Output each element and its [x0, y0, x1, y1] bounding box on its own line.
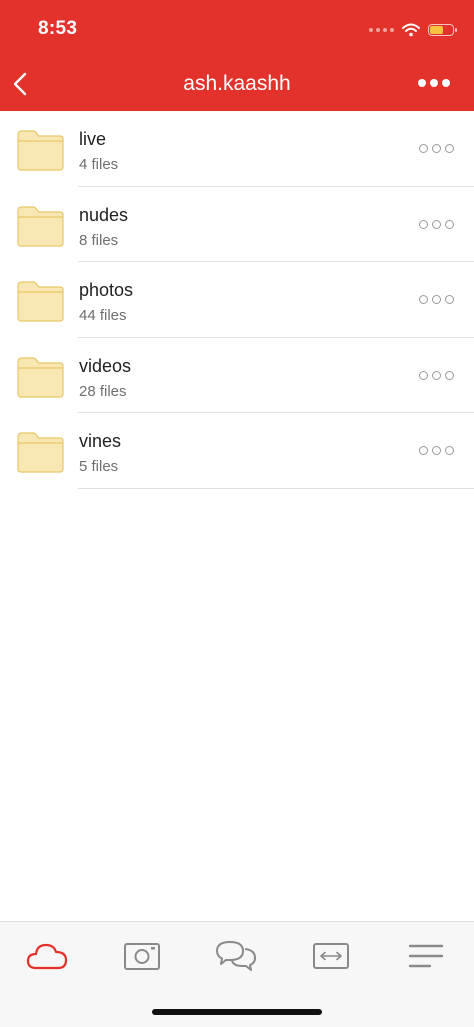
- tab-transfer[interactable]: [306, 936, 356, 976]
- folder-options-button[interactable]: [419, 370, 454, 380]
- folder-row[interactable]: videos 28 files: [0, 338, 474, 413]
- header: 8:53 ash.kaashh: [0, 0, 474, 111]
- folder-row[interactable]: nudes 8 files: [0, 187, 474, 262]
- divider: [78, 487, 474, 489]
- folder-file-count: 44 files: [79, 307, 127, 324]
- signal-icon: [369, 28, 394, 32]
- status-icons: [369, 20, 457, 40]
- battery-icon: [428, 24, 457, 36]
- folder-options-button[interactable]: [419, 446, 454, 455]
- transfer-icon: [313, 943, 349, 969]
- folder-name: live: [79, 129, 107, 149]
- folder-options-button[interactable]: [419, 219, 454, 229]
- tab-camera[interactable]: [117, 936, 167, 976]
- menu-icon: [408, 944, 444, 968]
- folder-file-count: 5 files: [79, 458, 119, 475]
- tab-menu[interactable]: [401, 936, 451, 976]
- home-indicator: [152, 1009, 322, 1015]
- wifi-icon: [402, 23, 420, 37]
- folder-row[interactable]: photos 44 files: [0, 262, 474, 338]
- page-title: ash.kaashh: [183, 72, 291, 95]
- cloud-icon: [26, 943, 68, 970]
- folder-icon: [17, 205, 64, 247]
- folder-name: nudes: [79, 204, 129, 225]
- chat-icon: [216, 941, 256, 971]
- folder-name: videos: [79, 355, 132, 376]
- folder-file-count: 8 files: [79, 231, 119, 249]
- tab-cloud[interactable]: [22, 936, 72, 976]
- more-options-button[interactable]: [418, 74, 454, 92]
- folder-options-button[interactable]: [419, 295, 454, 304]
- folder-file-count: 4 files: [79, 156, 119, 173]
- folder-name: vines: [79, 431, 122, 451]
- folder-icon: [17, 356, 64, 398]
- tab-chat[interactable]: [211, 936, 261, 976]
- folder-name: photos: [79, 280, 134, 300]
- status-time: 8:53: [38, 18, 78, 39]
- folder-icon: [17, 130, 64, 171]
- folder-options-button[interactable]: [419, 144, 454, 153]
- camera-icon: [124, 943, 160, 970]
- folder-file-count: 28 files: [79, 382, 127, 400]
- folder-icon: [17, 281, 64, 322]
- folder-row[interactable]: live 4 files: [0, 111, 474, 187]
- folder-icon: [17, 432, 64, 473]
- folder-list: live 4 files nudes 8 files photos 44 fil…: [0, 111, 474, 489]
- folder-row[interactable]: vines 5 files: [0, 413, 474, 489]
